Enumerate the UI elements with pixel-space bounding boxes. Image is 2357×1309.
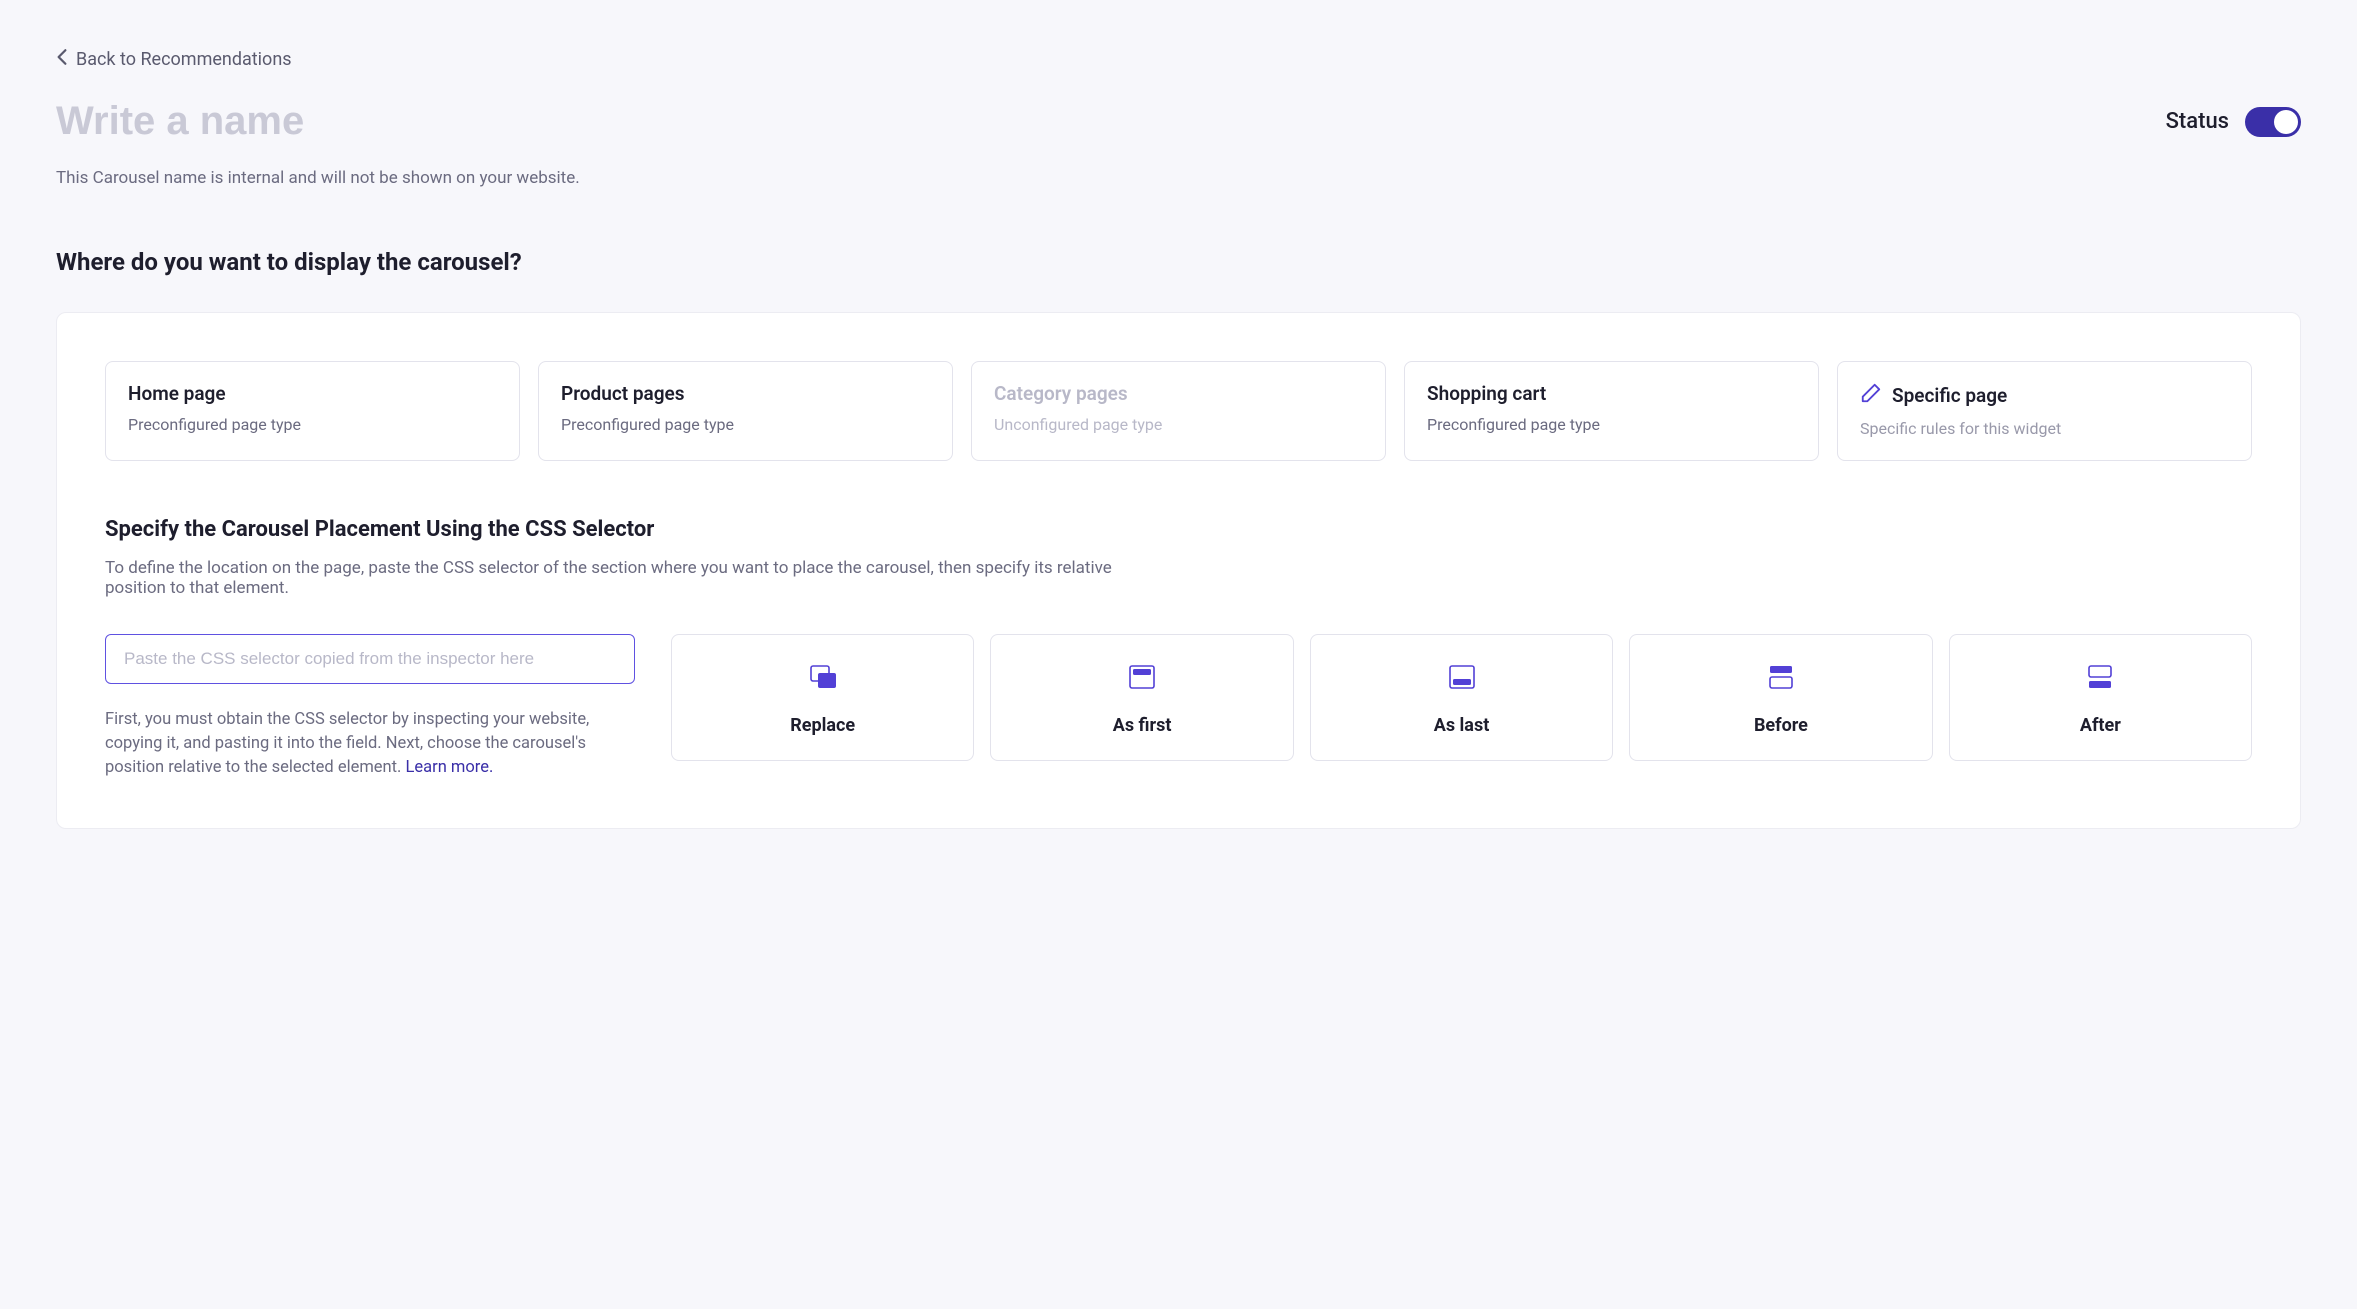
- tile-sub: Specific rules for this widget: [1860, 419, 2229, 438]
- tile-sub: Preconfigured page type: [1427, 415, 1796, 434]
- carousel-name-input[interactable]: [56, 99, 1403, 144]
- status-control: Status: [2166, 107, 2301, 137]
- position-replace[interactable]: Replace: [671, 634, 974, 761]
- placement-description: To define the location on the page, past…: [105, 558, 1165, 598]
- display-section-heading: Where do you want to display the carouse…: [56, 248, 2301, 276]
- page-type-home[interactable]: Home page Preconfigured page type: [105, 361, 520, 461]
- position-label: After: [2080, 715, 2121, 736]
- page-type-specific[interactable]: Specific page Specific rules for this wi…: [1837, 361, 2252, 461]
- back-link-label: Back to Recommendations: [76, 49, 292, 70]
- position-label: As last: [1434, 715, 1490, 736]
- position-label: Replace: [790, 715, 855, 736]
- page-type-product[interactable]: Product pages Preconfigured page type: [538, 361, 953, 461]
- display-card: Home page Preconfigured page type Produc…: [56, 312, 2301, 829]
- status-toggle[interactable]: [2245, 107, 2301, 137]
- position-after[interactable]: After: [1949, 634, 2252, 761]
- tile-title: Home page: [128, 382, 497, 405]
- toggle-knob: [2274, 110, 2298, 134]
- learn-more-link[interactable]: Learn more.: [406, 758, 494, 777]
- position-label: Before: [1754, 715, 1808, 736]
- as-last-icon: [1447, 663, 1477, 695]
- status-label: Status: [2166, 109, 2229, 134]
- position-before[interactable]: Before: [1629, 634, 1932, 761]
- placement-heading: Specify the Carousel Placement Using the…: [105, 517, 2252, 542]
- tile-sub: Unconfigured page type: [994, 415, 1363, 434]
- page-type-options: Home page Preconfigured page type Produc…: [105, 361, 2252, 461]
- before-icon: [1766, 663, 1796, 695]
- tile-sub: Preconfigured page type: [128, 415, 497, 434]
- page-type-category[interactable]: Category pages Unconfigured page type: [971, 361, 1386, 461]
- tile-title: Product pages: [561, 382, 930, 405]
- back-to-recommendations-link[interactable]: Back to Recommendations: [56, 48, 292, 71]
- position-as-first[interactable]: As first: [990, 634, 1293, 761]
- name-help-text: This Carousel name is internal and will …: [56, 168, 2301, 188]
- tile-title: Category pages: [994, 382, 1363, 405]
- as-first-icon: [1127, 663, 1157, 695]
- tile-title: Shopping cart: [1427, 382, 1796, 405]
- position-label: As first: [1113, 715, 1172, 736]
- selector-help-text: First, you must obtain the CSS selector …: [105, 708, 625, 780]
- after-icon: [2085, 663, 2115, 695]
- tile-title: Specific page: [1860, 382, 2229, 409]
- position-options: Replace As first: [671, 634, 2252, 761]
- replace-icon: [808, 663, 838, 695]
- page-type-cart[interactable]: Shopping cart Preconfigured page type: [1404, 361, 1819, 461]
- pencil-icon: [1860, 382, 1882, 409]
- position-as-last[interactable]: As last: [1310, 634, 1613, 761]
- tile-sub: Preconfigured page type: [561, 415, 930, 434]
- css-selector-input[interactable]: [105, 634, 635, 684]
- chevron-left-icon: [56, 48, 68, 71]
